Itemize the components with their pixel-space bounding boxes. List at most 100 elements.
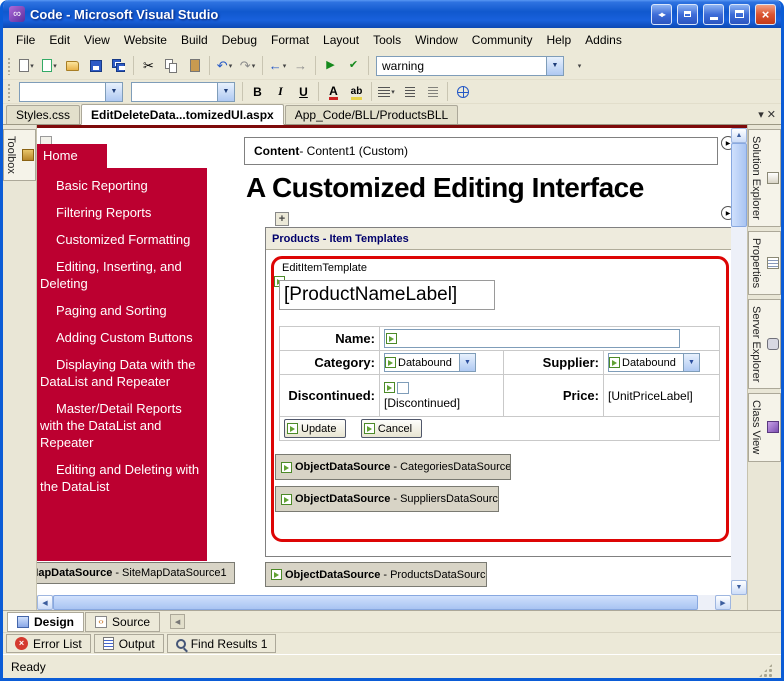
- numbered-list-button[interactable]: [421, 81, 444, 103]
- output-tab[interactable]: Output: [94, 634, 164, 653]
- solution-explorer-tab[interactable]: Solution Explorer: [748, 129, 781, 227]
- menu-addins[interactable]: Addins: [578, 29, 629, 51]
- horizontal-scroll-track[interactable]: [698, 595, 715, 610]
- product-name-textbox[interactable]: [384, 329, 680, 348]
- source-view-tab[interactable]: ‹› Source: [85, 612, 160, 632]
- underline-button[interactable]: U: [292, 81, 315, 103]
- resize-grip[interactable]: [758, 663, 773, 678]
- properties-tab[interactable]: Properties: [748, 231, 781, 295]
- menu-tools[interactable]: Tools: [366, 29, 408, 51]
- unitprice-label-control[interactable]: [UnitPriceLabel]: [604, 375, 720, 417]
- save-all-button[interactable]: [107, 55, 130, 77]
- save-button[interactable]: [84, 55, 107, 77]
- restore-button[interactable]: [729, 4, 750, 25]
- highlight-button[interactable]: ab: [345, 81, 368, 103]
- nav-item-editing-inserting-deleting[interactable]: Editing, Inserting, and Deleting: [37, 258, 207, 292]
- server-explorer-tab[interactable]: Server Explorer: [748, 299, 781, 389]
- menu-edit[interactable]: Edit: [42, 29, 77, 51]
- discontinued-checkbox[interactable]: [397, 382, 409, 394]
- products-datasource-control[interactable]: ObjectDataSource - ProductsDataSource: [265, 562, 487, 587]
- close-document-button[interactable]: ✕: [767, 108, 776, 121]
- menu-debug[interactable]: Debug: [215, 29, 264, 51]
- nav-item-basic-reporting[interactable]: Basic Reporting: [37, 177, 207, 194]
- tab-styles-css[interactable]: Styles.css: [6, 105, 80, 124]
- scroll-right-button[interactable]: ▶: [715, 595, 731, 610]
- find-results-tab[interactable]: Find Results 1: [167, 634, 277, 653]
- menu-community[interactable]: Community: [465, 29, 540, 51]
- design-view-tab[interactable]: Design: [7, 612, 84, 632]
- nav-item-filtering-reports[interactable]: Filtering Reports: [37, 204, 207, 221]
- sitemapdatasource-control[interactable]: SiteMapDataSource - SiteMapDataSource1: [37, 562, 235, 584]
- smart-tag-button[interactable]: ▶: [721, 206, 731, 220]
- dock-arrows-button[interactable]: ◂▸: [651, 4, 672, 25]
- class-view-tab[interactable]: Class View: [748, 393, 781, 461]
- nav-item-master-detail-datalist-repeater[interactable]: Master/Detail Reports with the DataList …: [37, 400, 207, 451]
- vertical-scroll-thumb[interactable]: [731, 143, 747, 227]
- nav-item-home[interactable]: Home: [37, 144, 107, 168]
- find-combo[interactable]: warning ▼: [376, 56, 564, 76]
- combo-dropdown-button[interactable]: ▼: [546, 57, 563, 75]
- italic-button[interactable]: I: [269, 81, 292, 103]
- suppliers-datasource-control[interactable]: ObjectDataSource - SuppliersDataSource: [275, 486, 499, 512]
- toolbar-options-button[interactable]: ▾: [568, 55, 591, 77]
- start-debugging-button[interactable]: ▶: [319, 55, 342, 77]
- bold-button[interactable]: B: [246, 81, 269, 103]
- add-new-item-button[interactable]: ▾: [38, 55, 61, 77]
- nav-item-displaying-datalist-repeater[interactable]: Displaying Data with the DataList and Re…: [37, 356, 207, 390]
- error-list-tab[interactable]: × Error List: [6, 634, 91, 653]
- productname-label-control[interactable]: [ProductNameLabel]: [279, 280, 495, 310]
- font-combo[interactable]: ▼: [131, 82, 235, 102]
- horizontal-scrollbar[interactable]: ◀ ▶: [37, 595, 747, 610]
- nav-item-paging-sorting[interactable]: Paging and Sorting: [37, 302, 207, 319]
- check-page-button[interactable]: ✔: [342, 55, 365, 77]
- nav-item-adding-custom-buttons[interactable]: Adding Custom Buttons: [37, 329, 207, 346]
- close-button[interactable]: ×: [755, 4, 776, 25]
- redo-button[interactable]: ↷▾: [236, 55, 259, 77]
- undo-button[interactable]: ↶▾: [213, 55, 236, 77]
- open-file-button[interactable]: [61, 55, 84, 77]
- supplier-dropdown[interactable]: Databound ▼: [608, 353, 700, 372]
- combo-dropdown-button[interactable]: ▼: [217, 83, 234, 101]
- tab-productsbll[interactable]: App_Code/BLL/ProductsBLL: [285, 105, 458, 124]
- toolbar-grip[interactable]: [7, 57, 11, 75]
- bullet-list-button[interactable]: [398, 81, 421, 103]
- paste-button[interactable]: [183, 55, 206, 77]
- content-placeholder-header[interactable]: Content - Content1 (Custom): [244, 137, 718, 165]
- nav-item-customized-formatting[interactable]: Customized Formatting: [37, 231, 207, 248]
- vertical-scrollbar[interactable]: ▲ ▼: [731, 128, 747, 595]
- copy-button[interactable]: [160, 55, 183, 77]
- menu-view[interactable]: View: [77, 29, 117, 51]
- menu-build[interactable]: Build: [174, 29, 215, 51]
- menu-help[interactable]: Help: [539, 29, 578, 51]
- combo-dropdown-button[interactable]: ▼: [105, 83, 122, 101]
- move-anchor-icon[interactable]: +: [275, 212, 289, 226]
- scroll-left-button[interactable]: ◀: [37, 595, 53, 610]
- menu-file[interactable]: File: [9, 29, 42, 51]
- new-website-button[interactable]: ▾: [15, 55, 38, 77]
- categories-datasource-control[interactable]: ObjectDataSource - CategoriesDataSource: [275, 454, 511, 480]
- scroll-down-button[interactable]: ▼: [731, 580, 747, 595]
- nav-item-editing-deleting-datalist[interactable]: Editing and Deleting with the DataList: [37, 461, 207, 495]
- tag-navigator-scroll-button[interactable]: ◀: [170, 614, 185, 629]
- tab-list-dropdown-button[interactable]: ▾: [758, 108, 764, 121]
- navigate-backward-button[interactable]: ←▾: [266, 55, 289, 77]
- cut-button[interactable]: ✂: [137, 55, 160, 77]
- alignment-button[interactable]: ▾: [375, 81, 398, 103]
- update-button[interactable]: Update: [284, 419, 346, 438]
- menu-layout[interactable]: Layout: [316, 29, 366, 51]
- tab-editdeletedata-aspx[interactable]: EditDeleteData...tomizedUI.aspx: [81, 104, 284, 125]
- category-dropdown[interactable]: Databound ▼: [384, 353, 476, 372]
- toolbox-tab[interactable]: Toolbox: [3, 129, 36, 181]
- smart-tag-button[interactable]: ▶: [721, 136, 731, 150]
- dropdown-arrow-button[interactable]: ▼: [683, 354, 699, 371]
- minimize-button[interactable]: [703, 4, 724, 25]
- navigate-forward-button[interactable]: →: [289, 55, 312, 77]
- dropdown-arrow-button[interactable]: ▼: [459, 354, 475, 371]
- cancel-button[interactable]: Cancel: [361, 419, 422, 438]
- menu-format[interactable]: Format: [264, 29, 316, 51]
- window-position-button[interactable]: [677, 4, 698, 25]
- hyperlink-button[interactable]: [451, 81, 474, 103]
- toolbar-grip[interactable]: [7, 83, 11, 101]
- scroll-up-button[interactable]: ▲: [731, 128, 747, 143]
- horizontal-scroll-thumb[interactable]: [53, 595, 698, 610]
